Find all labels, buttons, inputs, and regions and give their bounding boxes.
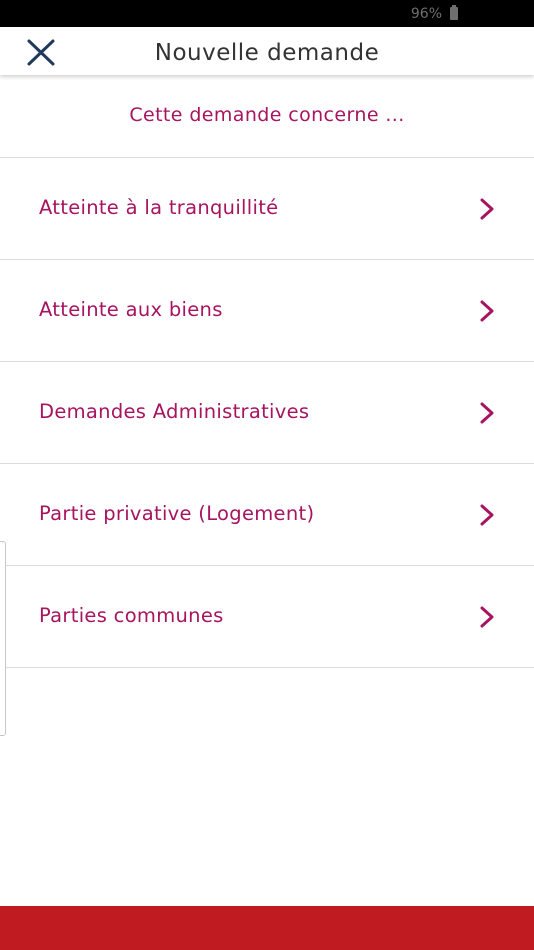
chevron-right-icon — [478, 197, 496, 221]
category-item-parties-communes[interactable]: Parties communes — [0, 566, 534, 668]
battery-level: 96% — [410, 6, 442, 22]
chevron-right-icon — [478, 503, 496, 527]
chevron-right-icon — [478, 605, 496, 629]
side-drawer-handle[interactable] — [0, 541, 6, 736]
chevron-right-icon — [478, 299, 496, 323]
category-label: Atteinte à la tranquillité — [39, 196, 279, 219]
app-header: Nouvelle demande — [0, 27, 534, 75]
chevron-right-icon — [478, 401, 496, 425]
status-bar: 96% — [0, 0, 534, 27]
battery-icon — [450, 5, 458, 20]
category-item-administratives[interactable]: Demandes Administratives — [0, 362, 534, 464]
subtitle: Cette demande concerne ... — [129, 104, 405, 126]
category-label: Parties communes — [39, 604, 224, 627]
category-label: Partie privative (Logement) — [39, 502, 315, 525]
category-item-biens[interactable]: Atteinte aux biens — [0, 260, 534, 362]
footer-bar — [0, 906, 534, 950]
category-label: Demandes Administratives — [39, 400, 310, 423]
category-item-tranquillite[interactable]: Atteinte à la tranquillité — [0, 158, 534, 260]
category-item-partie-privative[interactable]: Partie privative (Logement) — [0, 464, 534, 566]
category-list: Atteinte à la tranquillité Atteinte aux … — [0, 157, 534, 668]
category-label: Atteinte aux biens — [39, 298, 223, 321]
page-title: Nouvelle demande — [154, 40, 380, 66]
